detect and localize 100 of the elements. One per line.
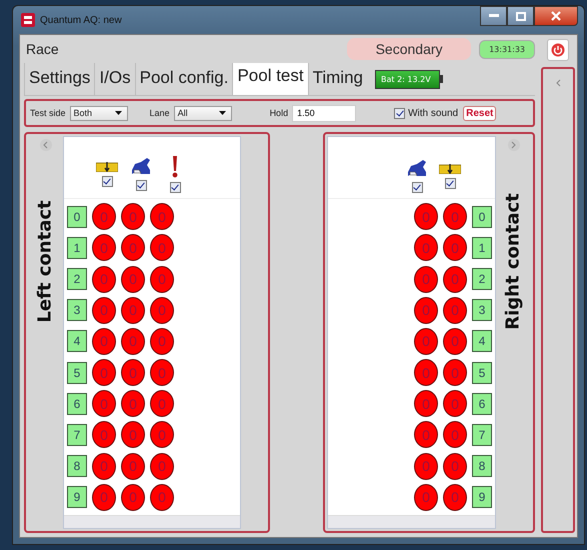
dropdown[interactable]: Both	[70, 106, 128, 120]
count-indicator: 0	[150, 328, 174, 355]
close-button[interactable]	[534, 6, 578, 26]
checkbox[interactable]	[412, 182, 422, 193]
minimize-icon	[488, 14, 498, 18]
maximize-button[interactable]	[507, 6, 534, 26]
lane-number: 3	[472, 299, 492, 322]
lane-number: 8	[472, 455, 492, 478]
panel-title: Right contact	[503, 193, 524, 330]
count-indicator: 0	[414, 203, 438, 230]
count-indicator: 0	[92, 484, 116, 511]
count-indicator: 0	[92, 266, 116, 293]
lane-number: 9	[472, 486, 492, 508]
checkbox[interactable]	[136, 180, 146, 191]
lane-number: 0	[67, 206, 87, 228]
chevron-left-icon	[43, 141, 48, 149]
count-indicator: 0	[443, 296, 467, 324]
count-indicator: 0	[121, 266, 145, 293]
count-indicator: 0	[443, 234, 467, 262]
window-title: Quantum AQ: new	[40, 14, 122, 26]
count-indicator: 0	[121, 296, 145, 324]
clock-display: 13:31:33	[479, 40, 535, 58]
lane-number: 2	[67, 268, 87, 290]
count-indicator: 0	[150, 203, 174, 230]
count-indicator: 0	[92, 421, 116, 448]
touchpad-icon	[439, 164, 461, 174]
count-indicator: 0	[150, 390, 174, 418]
lane-number: 1	[67, 236, 87, 259]
count-indicator: 0	[121, 421, 145, 448]
count-indicator: 0	[414, 328, 438, 355]
count-indicator: 0	[414, 484, 438, 511]
count-indicator: 0	[150, 421, 174, 448]
tab[interactable]: Pool config.	[134, 63, 232, 95]
lane-number: 4	[472, 330, 492, 352]
lane-number: 2	[472, 268, 492, 290]
count-indicator: 0	[92, 234, 116, 262]
count-indicator: 0	[414, 421, 438, 448]
count-indicator: 0	[92, 390, 116, 418]
power-button[interactable]	[547, 39, 569, 61]
count-indicator: 0	[443, 484, 467, 511]
caret-icon	[218, 111, 226, 115]
count-indicator: 0	[414, 234, 438, 262]
checkbox[interactable]	[170, 182, 180, 193]
count-indicator: 0	[121, 452, 145, 480]
chevron-left-icon	[556, 79, 560, 87]
lane-number: 7	[472, 424, 492, 446]
count-indicator: 0	[121, 234, 145, 262]
chevron-right-icon	[511, 141, 516, 149]
battery-label: Bat 2: 13.2V	[381, 74, 431, 84]
count-indicator: 0	[121, 359, 145, 386]
checkbox[interactable]: With sound	[394, 108, 458, 118]
count-indicator: 0	[414, 359, 438, 386]
power-icon	[551, 43, 565, 57]
lane-number: 6	[472, 392, 492, 415]
count-indicator: 0	[414, 266, 438, 293]
lane-number: 5	[472, 362, 492, 384]
count-indicator: 0	[92, 328, 116, 355]
lane-number: 3	[67, 299, 87, 322]
lane-number: 9	[67, 486, 87, 508]
count-indicator: 0	[443, 328, 467, 355]
count-indicator: 0	[92, 296, 116, 324]
count-indicator: 0	[414, 452, 438, 480]
count-indicator: 0	[150, 234, 174, 262]
reset-button[interactable]: Reset	[463, 106, 496, 120]
field-label: Test side	[30, 108, 66, 118]
tab[interactable]: Pool test	[232, 63, 308, 95]
shoe-icon	[131, 158, 151, 176]
count-indicator: 0	[150, 266, 174, 293]
count-indicator: 0	[443, 390, 467, 418]
count-indicator: 0	[414, 296, 438, 324]
mode-badge: Secondary	[347, 38, 472, 60]
count-indicator: 0	[150, 296, 174, 324]
minimize-button[interactable]	[480, 6, 507, 26]
app-icon	[21, 13, 35, 27]
panel-title: Left contact	[35, 200, 56, 323]
field-label: Hold	[270, 108, 288, 118]
lane-number: 5	[67, 362, 87, 384]
count-indicator: 0	[443, 359, 467, 386]
input-field[interactable]: 1.50	[292, 104, 356, 122]
lane-number: 8	[67, 455, 87, 478]
count-indicator: 0	[150, 452, 174, 480]
count-indicator: 0	[121, 328, 145, 355]
count-indicator: 0	[443, 266, 467, 293]
pin-icon	[172, 156, 178, 178]
checkbox[interactable]	[444, 178, 456, 189]
checkbox[interactable]	[102, 176, 112, 187]
lane-number: 6	[67, 392, 87, 415]
count-indicator: 0	[92, 203, 116, 230]
section-title: Race	[26, 41, 59, 57]
touchpad-icon	[96, 162, 118, 172]
count-indicator: 0	[150, 484, 174, 511]
lane-number: 7	[67, 424, 87, 446]
lane-number: 4	[67, 330, 87, 352]
caret-icon	[114, 111, 122, 115]
count-indicator: 0	[414, 390, 438, 418]
dropdown[interactable]: All	[174, 106, 232, 120]
tab[interactable]: Settings	[24, 63, 94, 95]
count-indicator: 0	[150, 359, 174, 386]
count-indicator: 0	[443, 452, 467, 480]
count-indicator: 0	[121, 484, 145, 511]
